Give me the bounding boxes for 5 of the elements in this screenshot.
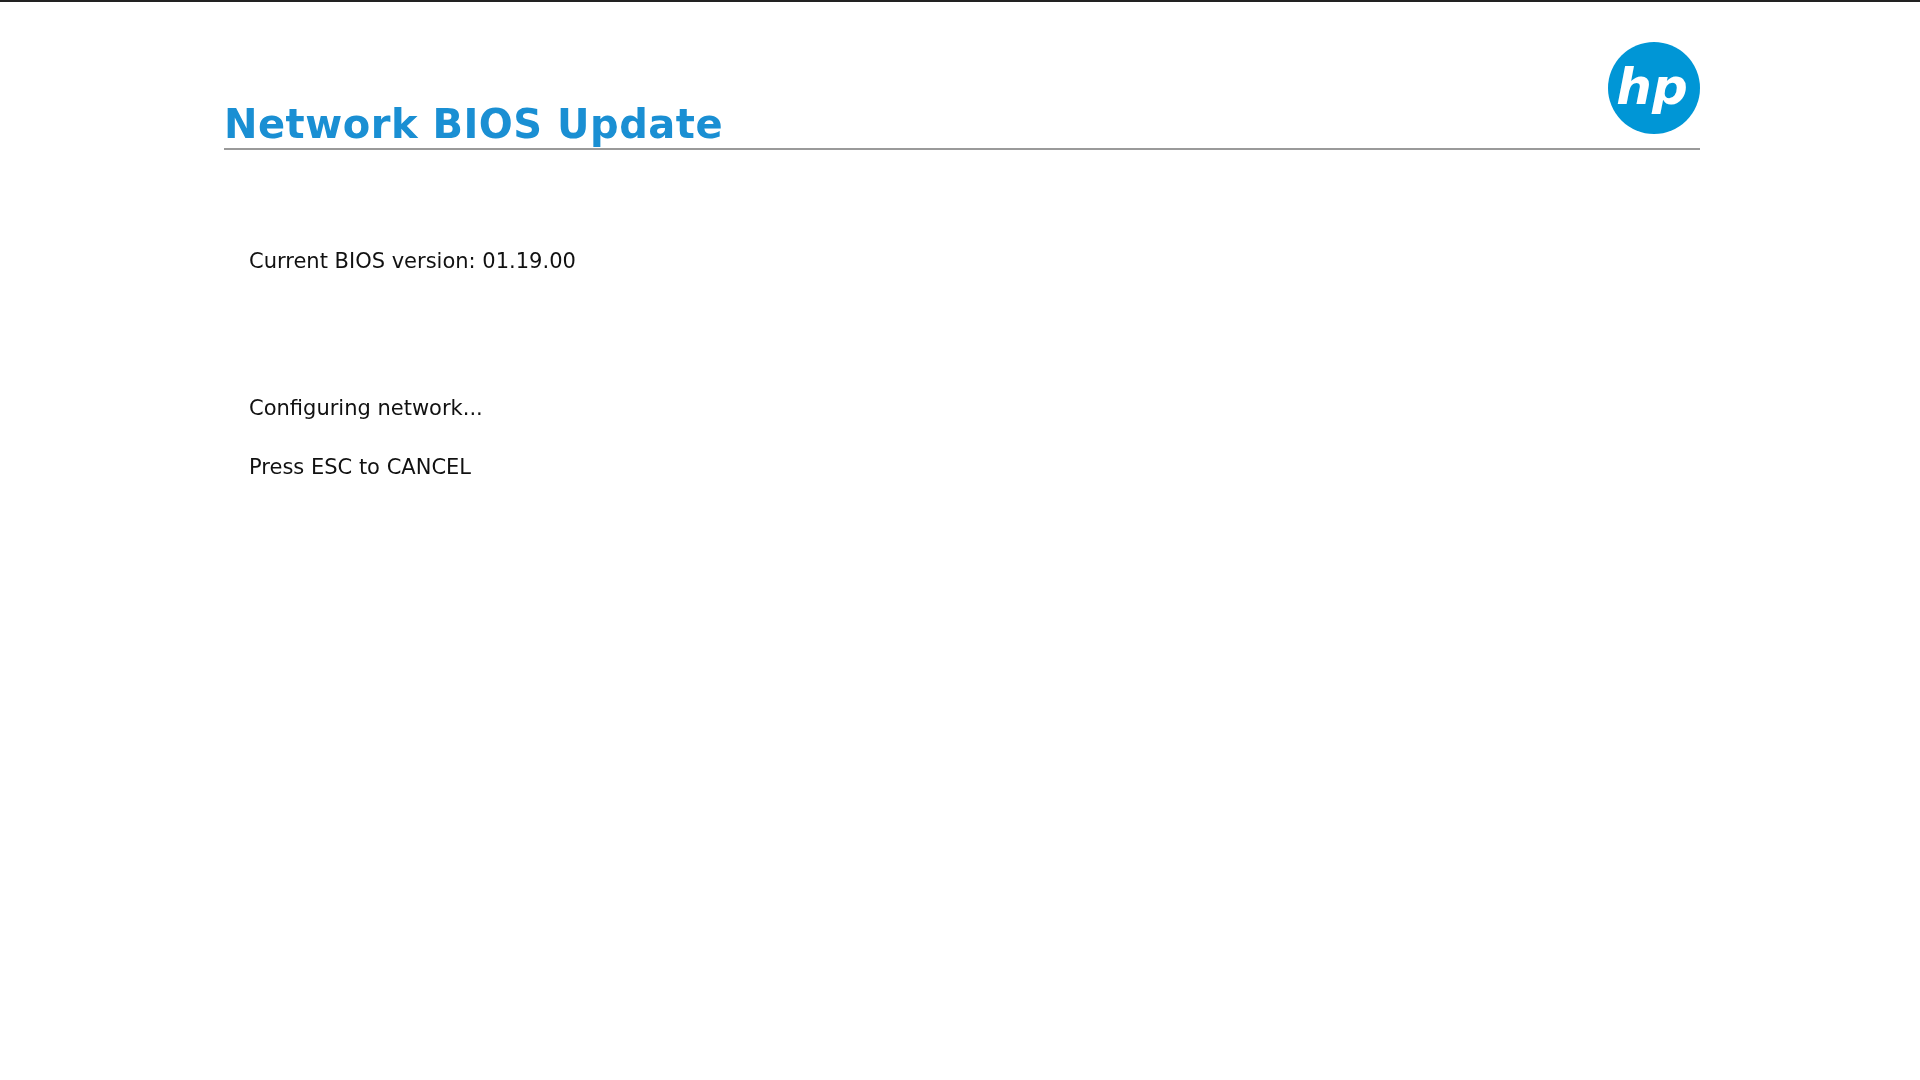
logo: hp — [1608, 42, 1700, 134]
status-text: Current BIOS version: 01.19.00 — [249, 248, 577, 274]
status-text: Press ESC to CANCEL — [249, 454, 472, 480]
page-title: Network BIOS Update — [224, 100, 723, 148]
status-text: Configuring network... — [249, 395, 484, 421]
